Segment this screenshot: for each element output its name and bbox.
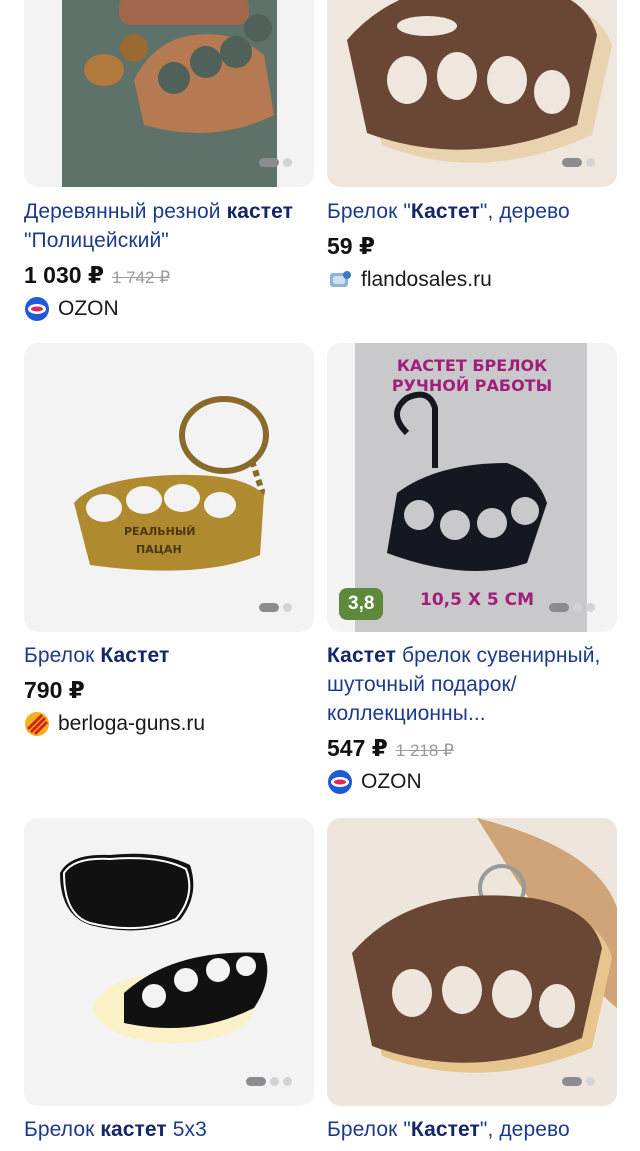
product-title[interactable]: Брелок "Кастет", дерево bbox=[327, 197, 617, 226]
product-image[interactable] bbox=[24, 818, 314, 1106]
product-image[interactable] bbox=[24, 0, 314, 187]
image-caption-line: 10,5 X 5 СМ bbox=[420, 590, 534, 610]
pager-dot bbox=[586, 158, 595, 167]
pager-dot bbox=[246, 1077, 266, 1086]
pager-dot bbox=[562, 158, 582, 167]
image-pager bbox=[246, 1077, 292, 1086]
ozon-logo-icon bbox=[25, 297, 49, 321]
image-pager bbox=[562, 1077, 595, 1086]
product-title[interactable]: Брелок кастет 5х3 bbox=[24, 1115, 314, 1144]
shop-name: flandosales.ru bbox=[361, 268, 492, 291]
shop-name: OZON bbox=[361, 770, 422, 793]
product-title[interactable]: Брелок "Кастет", дерево bbox=[327, 1115, 617, 1144]
black-knuckle-5x3-photo bbox=[60, 853, 268, 1043]
shop-link[interactable]: berloga-guns.ru bbox=[24, 711, 205, 737]
pager-dot bbox=[259, 158, 279, 167]
pager-dot bbox=[259, 603, 279, 612]
product-title[interactable]: Брелок Кастет bbox=[24, 641, 314, 670]
pager-dot bbox=[270, 1077, 279, 1086]
shop-link[interactable]: flandosales.ru bbox=[327, 267, 492, 293]
shop-name: berloga-guns.ru bbox=[58, 712, 206, 735]
pager-dot bbox=[573, 603, 582, 612]
old-price: 1 742 ₽ bbox=[111, 268, 171, 287]
image-caption-line: РЕАЛЬНЫЙ bbox=[124, 525, 195, 538]
product-image[interactable] bbox=[327, 818, 617, 1106]
wood-keychain-on-stump-photo bbox=[327, 818, 617, 1106]
shop-link[interactable]: OZON bbox=[24, 296, 119, 322]
product-title[interactable]: Кастет брелок сувенирный, шуточный подар… bbox=[327, 641, 617, 728]
product-image[interactable]: КАСТЕТ БРЕЛОК РУЧНОЙ РАБОТЫ 10,5 X 5 СМ … bbox=[327, 343, 617, 632]
product-price: 790 ₽ bbox=[24, 677, 85, 703]
image-pager bbox=[562, 158, 595, 167]
pager-dot bbox=[586, 1077, 595, 1086]
berloga-logo-icon bbox=[25, 712, 49, 736]
image-pager bbox=[259, 603, 292, 612]
rating-badge: 3,8 bbox=[339, 588, 384, 620]
flandosales-logo-icon bbox=[330, 271, 351, 287]
product-image[interactable] bbox=[327, 0, 617, 187]
image-pager bbox=[259, 158, 292, 167]
pager-dot bbox=[283, 1077, 292, 1086]
pager-dot bbox=[549, 603, 569, 612]
pager-dot bbox=[283, 603, 292, 612]
image-caption-line: ПАЦАН bbox=[136, 543, 182, 556]
product-image[interactable]: РЕАЛЬНЫЙ ПАЦАН bbox=[24, 343, 314, 632]
image-pager bbox=[549, 603, 595, 612]
pager-dot bbox=[586, 603, 595, 612]
shop-name: OZON bbox=[58, 297, 119, 320]
pager-dot bbox=[562, 1077, 582, 1086]
shop-link[interactable]: OZON bbox=[327, 769, 422, 795]
brass-knuckle-keychain-photo: РЕАЛЬНЫЙ ПАЦАН bbox=[74, 396, 269, 571]
pager-dot bbox=[283, 158, 292, 167]
product-price: 59 ₽ bbox=[327, 233, 375, 259]
ozon-logo-icon bbox=[328, 770, 352, 794]
old-price: 1 218 ₽ bbox=[395, 741, 454, 760]
product-price: 1 030 ₽1 742 ₽ bbox=[24, 262, 171, 288]
product-price: 547 ₽1 218 ₽ bbox=[327, 735, 454, 761]
image-caption-line: КАСТЕТ БРЕЛОК bbox=[397, 356, 547, 375]
product-title[interactable]: Деревянный резной кастет "Полицейский" bbox=[24, 197, 314, 255]
